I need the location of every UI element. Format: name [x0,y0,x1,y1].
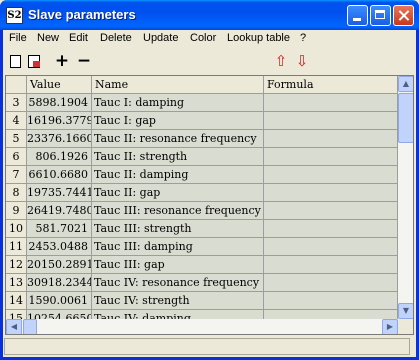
value-cell[interactable]: 1590.0061 [27,292,92,310]
value-cell[interactable]: 16196.3779 [27,112,92,130]
row-index[interactable]: 9 [6,202,27,220]
scroll-right-arrow-icon[interactable]: ▶ [382,319,398,334]
new-document-icon[interactable] [10,55,21,68]
table-row[interactable]: 3 5898.1904 Tauc I: damping [6,94,398,112]
menu-bar: File New Edit Delete Update Color Lookup… [3,30,416,48]
app-icon: S2 [6,7,23,24]
horizontal-scrollbar[interactable]: ◀ ▶ [6,319,398,334]
table-row[interactable]: 13 30918.2344 Tauc IV: resonance frequency [6,274,398,292]
move-down-icon[interactable]: ⇩ [294,53,310,69]
name-cell[interactable]: Tauc II: strength [92,148,264,166]
scroll-left-arrow-icon[interactable]: ◀ [6,319,22,334]
value-cell[interactable]: 20150.2891 [27,256,92,274]
formula-cell[interactable] [264,220,398,238]
row-index[interactable]: 7 [6,166,27,184]
name-cell[interactable]: Tauc I: gap [92,112,264,130]
formula-cell[interactable] [264,130,398,148]
value-cell[interactable]: 5898.1904 [27,94,92,112]
name-cell[interactable]: Tauc II: gap [92,184,264,202]
row-index[interactable]: 12 [6,256,27,274]
menu-delete[interactable]: Delete [100,32,132,44]
formula-cell[interactable] [264,274,398,292]
row-index[interactable]: 14 [6,292,27,310]
table-row[interactable]: 7 6610.6680 Tauc II: damping [6,166,398,184]
close-button[interactable] [393,5,414,26]
horizontal-scroll-thumb[interactable] [23,319,37,334]
toolbar: + − ⇧ ⇩ [3,49,416,73]
menu-new[interactable]: New [37,32,59,44]
table-row[interactable]: 12 20150.2891 Tauc III: gap [6,256,398,274]
formula-cell[interactable] [264,202,398,220]
minimize-button[interactable] [347,5,368,26]
value-cell[interactable]: 23376.1660 [27,130,92,148]
formula-cell[interactable] [264,238,398,256]
formula-cell[interactable] [264,184,398,202]
header-formula[interactable]: Formula [264,76,398,94]
open-document-icon[interactable] [28,55,40,68]
menu-lookup-table[interactable]: Lookup table [227,32,290,44]
vertical-scrollbar[interactable]: ▲ ▼ [398,76,413,319]
name-cell[interactable]: Tauc II: damping [92,166,264,184]
header-corner [6,76,27,94]
table-row[interactable]: 6 806.1926 Tauc II: strength [6,148,398,166]
row-index[interactable]: 4 [6,112,27,130]
formula-cell[interactable] [264,94,398,112]
scroll-up-arrow-icon[interactable]: ▲ [398,76,413,92]
table-row[interactable]: 14 1590.0061 Tauc IV: strength [6,292,398,310]
add-icon[interactable]: + [54,53,70,70]
row-index[interactable]: 11 [6,238,27,256]
parameters-grid[interactable]: Value Name Formula 3 5898.1904 Tauc I: dam… [5,75,414,335]
name-cell[interactable]: Tauc IV: resonance frequency [92,274,264,292]
formula-cell[interactable] [264,256,398,274]
row-index[interactable]: 13 [6,274,27,292]
name-cell[interactable]: Tauc III: gap [92,256,264,274]
row-index[interactable]: 6 [6,148,27,166]
value-cell[interactable]: 581.7021 [27,220,92,238]
row-index[interactable]: 10 [6,220,27,238]
menu-update[interactable]: Update [143,32,178,44]
value-cell[interactable]: 2453.0488 [27,238,92,256]
name-cell[interactable]: Tauc III: damping [92,238,264,256]
name-cell[interactable]: Tauc III: resonance frequency [92,202,264,220]
table-row[interactable]: 9 26419.7480 Tauc III: resonance frequency [6,202,398,220]
value-cell[interactable]: 19735.7441 [27,184,92,202]
menu-edit[interactable]: Edit [69,32,88,44]
table-row[interactable]: 4 16196.3779 Tauc I: gap [6,112,398,130]
window-title: Slave parameters [28,7,136,22]
remove-icon[interactable]: − [76,53,92,70]
scroll-down-arrow-icon[interactable]: ▼ [398,303,413,319]
value-cell[interactable]: 806.1926 [27,148,92,166]
value-cell[interactable]: 6610.6680 [27,166,92,184]
vertical-scroll-thumb[interactable] [398,93,413,143]
name-cell[interactable]: Tauc I: damping [92,94,264,112]
move-up-icon[interactable]: ⇧ [273,53,289,69]
formula-cell[interactable] [264,166,398,184]
name-cell[interactable]: Tauc II: resonance frequency [92,130,264,148]
header-value[interactable]: Value [27,76,92,94]
value-cell[interactable]: 26419.7480 [27,202,92,220]
formula-cell[interactable] [264,148,398,166]
value-cell[interactable]: 30918.2344 [27,274,92,292]
header-name[interactable]: Name [92,76,264,94]
name-cell[interactable]: Tauc IV: strength [92,292,264,310]
scrollbar-corner [398,319,413,334]
menu-help[interactable]: ? [300,32,306,44]
row-index[interactable]: 5 [6,130,27,148]
name-cell[interactable]: Tauc III: strength [92,220,264,238]
row-index[interactable]: 3 [6,94,27,112]
title-bar[interactable]: S2 Slave parameters [0,0,419,30]
table-row[interactable]: 8 19735.7441 Tauc II: gap [6,184,398,202]
table-row[interactable]: 11 2453.0488 Tauc III: damping [6,238,398,256]
menu-file[interactable]: File [9,32,27,44]
maximize-button[interactable] [370,5,391,26]
table-row[interactable]: 5 23376.1660 Tauc II: resonance frequency [6,130,398,148]
status-bar [4,338,410,355]
table-row[interactable]: 10 581.7021 Tauc III: strength [6,220,398,238]
formula-cell[interactable] [264,292,398,310]
menu-color[interactable]: Color [190,32,216,44]
row-index[interactable]: 8 [6,184,27,202]
formula-cell[interactable] [264,112,398,130]
